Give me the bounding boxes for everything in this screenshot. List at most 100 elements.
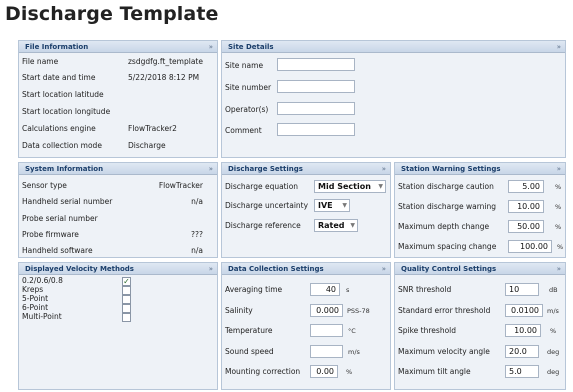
method-label: Kreps [22,285,44,294]
collapse-icon[interactable]: » [382,163,386,175]
site-details-header[interactable]: Site Details » [222,41,565,53]
method-checkbox[interactable] [122,286,131,295]
collapse-icon[interactable]: » [557,163,561,175]
method-checkbox[interactable] [122,295,131,304]
max-velocity-angle-row: Maximum velocity angle [395,346,503,358]
row-label: Station discharge caution [398,182,494,191]
station-warning-header[interactable]: Station Warning Settings » [395,163,565,175]
site-number-input[interactable] [277,80,355,93]
collapse-icon[interactable]: » [209,41,213,53]
method-checkbox[interactable] [122,304,131,313]
temperature-row: Temperature [222,325,307,337]
discharge-warning-row: Station discharge warning [395,201,505,213]
handheld-software-value: n/a [191,246,203,255]
file-information-header[interactable]: File Information » [19,41,217,53]
sound-speed-input[interactable] [310,345,343,358]
sound-speed-row: Sound speed [222,346,307,358]
discharge-equation-select[interactable]: Mid Section ▼ [314,180,386,193]
row-label: Salinity [225,306,253,315]
salinity-input[interactable]: 0.000 [310,304,343,317]
row-label: Probe firmware [22,230,79,239]
row-label: Discharge uncertainty [225,201,309,210]
probe-firmware-row: Probe firmware??? [19,229,217,241]
discharge-warning-input[interactable]: 10.00 [508,200,544,213]
data-collection-header[interactable]: Data Collection Settings » [222,263,390,275]
snr-threshold-input[interactable]: 10 [505,283,539,296]
mounting-correction-input[interactable]: 0.00 [310,365,338,378]
data-collection-panel: Data Collection Settings » Averaging time… [221,262,391,390]
row-label: Data collection mode [22,141,102,150]
row-label: Sound speed [225,347,274,356]
method-label: Multi-Point [22,312,62,321]
std-error-threshold-input[interactable]: 0.0100 [505,304,543,317]
unit-label: % [557,243,564,251]
system-information-header[interactable]: System Information » [19,163,217,175]
discharge-uncertainty-row: Discharge uncertainty [222,200,312,212]
row-label: Start location longitude [22,107,111,116]
discharge-settings-panel: Discharge Settings » Discharge equation M… [221,162,391,258]
handheld-serial-row: Handheld serial number n/a [19,196,217,208]
row-label: Temperature [225,326,273,335]
row-label: Calculations engine [22,124,96,133]
data-collection-title: Data Collection Settings [228,265,324,273]
row-label: Maximum tilt angle [398,367,471,376]
row-label: Averaging time [225,285,283,294]
unit-label: PSS-78 [347,307,370,315]
probe-serial-row: Probe serial number [19,213,217,225]
collapse-icon[interactable]: » [382,263,386,275]
collapse-icon[interactable]: » [209,163,213,175]
handheld-software-row: Handheld software n/a [19,245,217,257]
method-checkbox[interactable]: ✓ [122,277,131,286]
averaging-time-row: Averaging time [222,284,307,296]
unit-label: °C [348,327,356,335]
quality-control-title: Quality Control Settings [401,265,497,273]
row-label: SNR threshold [398,285,452,294]
method-checkbox[interactable] [122,313,131,322]
method-item: 6-Point [19,303,119,312]
start-longitude-row: Start location longitude [19,106,217,118]
snr-threshold-row: SNR threshold [395,284,503,296]
unit-label: m/s [547,307,559,315]
system-information-title: System Information [25,165,104,173]
row-label: Operator(s) [225,105,269,114]
row-label: Probe serial number [22,214,98,223]
temperature-input[interactable] [310,324,343,337]
row-label: Site name [225,61,264,70]
unit-label: m/s [348,348,360,356]
comment-input[interactable] [277,123,355,136]
unit-label: % [550,327,557,335]
method-item: 5-Point [19,294,119,303]
method-label: 6-Point [22,303,49,312]
discharge-reference-select[interactable]: Rated ▼ [314,219,358,232]
averaging-time-input[interactable]: 40 [310,283,340,296]
collapse-icon[interactable]: » [557,41,561,53]
velocity-methods-title: Displayed Velocity Methods [25,265,134,273]
collapse-icon[interactable]: » [209,263,213,275]
probe-firmware-value: ??? [191,230,203,239]
spike-threshold-input[interactable]: 10.00 [505,324,541,337]
discharge-uncertainty-select[interactable]: IVE ▼ [314,199,350,212]
site-details-title: Site Details [228,43,274,51]
method-label: 0.2/0.6/0.8 [22,276,63,285]
max-depth-change-input[interactable]: 50.00 [508,220,544,233]
row-label: Start location latitude [22,90,104,99]
row-label: Site number [225,83,272,92]
max-tilt-angle-input[interactable]: 5.0 [505,365,539,378]
discharge-settings-header[interactable]: Discharge Settings » [222,163,390,175]
quality-control-header[interactable]: Quality Control Settings » [395,263,565,275]
method-item: Kreps [19,285,119,294]
discharge-settings-title: Discharge Settings [228,165,303,173]
operators-input[interactable] [277,102,355,115]
max-velocity-angle-input[interactable]: 20.0 [505,345,539,358]
unit-label: dB [549,286,558,294]
selected-value: Rated [318,221,345,230]
collapse-icon[interactable]: » [557,263,561,275]
discharge-caution-input[interactable]: 5.00 [508,180,544,193]
row-label: Comment [225,126,262,135]
velocity-methods-header[interactable]: Displayed Velocity Methods » [19,263,217,275]
mounting-correction-row: Mounting correction [222,366,307,378]
max-spacing-change-input[interactable]: 100.00 [508,240,552,253]
unit-label: deg [547,348,560,356]
file-name-value: zsdgdfg.ft_template [128,57,203,66]
site-name-input[interactable] [277,58,355,71]
